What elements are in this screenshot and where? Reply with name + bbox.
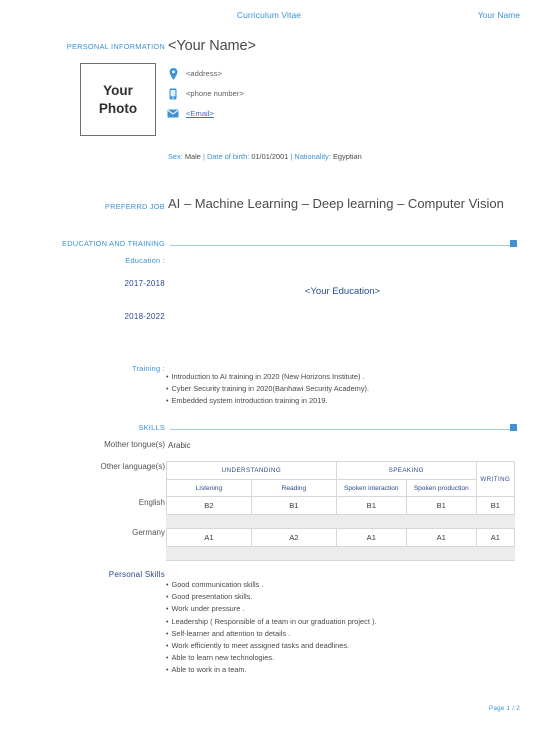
contact-phone-text: <phone number> [186, 89, 244, 98]
level-cell: B1 [475, 496, 516, 515]
section-label-preferred-job: PREFERRD JOB [104, 202, 165, 211]
candidate-name: <Your Name> [168, 38, 256, 54]
demographics-separator-2: | [290, 152, 293, 161]
sub-header-reading: Reading [250, 479, 337, 497]
level-cell: A1 [166, 528, 252, 547]
group-header-understanding: UNDERSTANDING [166, 461, 337, 480]
page-indicator: Page 1 / 2 [488, 705, 520, 712]
document-header: Curriculum Vitae Your Name [0, 10, 538, 26]
dob-value: 01/01/2001 [251, 152, 289, 161]
contact-row-email: <Email> [166, 105, 416, 122]
level-cell: A1 [335, 528, 407, 547]
personal-skill-item: Good communication skills . [166, 579, 376, 591]
envelope-icon [166, 107, 180, 120]
section-label-personal-information: PERSONAL INFORMATION [66, 42, 165, 51]
level-cell: B1 [335, 496, 407, 515]
nationality-label: Nationality: [294, 152, 331, 161]
preferred-job-title: AI – Machine Learning – Deep learning – … [168, 196, 504, 211]
personal-skill-item: Leadership ( Responsible of a team in ou… [166, 616, 376, 628]
level-cell: B1 [250, 496, 337, 515]
training-item: Embedded system introduction training in… [166, 395, 369, 407]
education-date-range-2: 2018-2022 [124, 312, 165, 321]
level-cell: A1 [405, 528, 477, 547]
demographics-separator-1: | [202, 152, 205, 161]
education-placeholder: <Your Education> [304, 286, 381, 297]
training-label: Training : [131, 364, 165, 373]
education-label: Education : [125, 256, 165, 265]
mobile-phone-icon [166, 87, 180, 100]
level-cell: A2 [250, 528, 337, 547]
sub-header-spoken-production: Spoken production [405, 479, 477, 497]
group-header-speaking: SPEAKING [335, 461, 477, 480]
education-date-range-1: 2017-2018 [124, 279, 165, 288]
other-languages-label: Other language(s) [100, 462, 165, 471]
table-spacer-cell [166, 546, 515, 561]
table-spacer-row [166, 546, 515, 561]
table-spacer-cell [166, 514, 515, 529]
sex-label: Sex: [168, 152, 183, 161]
sub-header-listening: Listening [166, 479, 252, 497]
cv-page: Curriculum Vitae Your Name PERSONAL INFO… [0, 0, 538, 730]
training-list: Introduction to AI training in 2020 (New… [166, 371, 369, 408]
table-group-header-row: UNDERSTANDING SPEAKING WRITING [166, 461, 516, 497]
photo-placeholder: Your Photo [80, 63, 156, 136]
personal-skills-label: Personal Skills [108, 570, 165, 579]
level-cell: B1 [405, 496, 477, 515]
contact-email-link[interactable]: <Email> [186, 109, 214, 118]
mother-tongue-label: Mother tongue(s) [104, 440, 165, 449]
nationality-value: Egyptian [332, 152, 362, 161]
contact-row-phone: <phone number> [166, 85, 416, 102]
location-pin-icon [166, 67, 180, 80]
personal-skill-item: Work under pressure . [166, 603, 376, 615]
contact-row-address: <address> [166, 65, 416, 82]
section-label-education-and-training: EDUCATION AND TRAINING [62, 239, 165, 248]
group-header-writing: WRITING [475, 461, 516, 497]
level-cell: A1 [475, 528, 516, 547]
photo-placeholder-line2: Photo [98, 100, 138, 116]
language-proficiency-table: UNDERSTANDING SPEAKING WRITING Listening… [166, 461, 516, 561]
personal-skill-item: Self-learner and attention to details . [166, 628, 376, 640]
dob-label: Date of birth: [206, 152, 250, 161]
skills-divider [170, 429, 515, 430]
education-divider [170, 245, 515, 246]
personal-skill-item: Work efficiently to meet assigned tasks … [166, 640, 376, 652]
contact-list: <address> <phone number> <Email> [166, 65, 416, 125]
personal-skill-item: Able to work in a team. [166, 664, 376, 676]
personal-skill-item: Good presentation skills. [166, 591, 376, 603]
table-spacer-row [166, 514, 515, 529]
sex-value: Male [184, 152, 201, 161]
header-candidate-name: Your Name [477, 10, 520, 20]
training-item: Introduction to AI training in 2020 (New… [166, 371, 369, 383]
language-row-label-germany: Germany [132, 528, 165, 537]
skills-divider-cap [510, 424, 517, 431]
header-document-title: Curriculum Vitae [236, 10, 302, 20]
sub-header-spoken-interaction: Spoken interaction [335, 479, 407, 497]
demographics-line: Sex: Male | Date of birth: 01/01/2001 | … [168, 152, 362, 161]
education-divider-cap [510, 240, 517, 247]
level-cell: B2 [166, 496, 252, 515]
table-row: B2 B1 B1 B1 B1 [166, 496, 516, 515]
mother-tongue-value: Arabic [168, 441, 191, 450]
table-row: A1 A2 A1 A1 A1 [166, 528, 516, 547]
training-item: Cyber Security training in 2020(Banhawi … [166, 383, 369, 395]
contact-address-text: <address> [186, 69, 222, 78]
section-label-skills: SKILLS [138, 423, 165, 432]
personal-skills-list: Good communication skills . Good present… [166, 579, 376, 677]
photo-placeholder-line1: Your [103, 83, 133, 99]
personal-skill-item: Able to learn new technologies. [166, 652, 376, 664]
language-row-label-english: English [138, 498, 165, 507]
table-sub-header-row: Listening Reading Spoken interaction Spo… [166, 479, 515, 497]
